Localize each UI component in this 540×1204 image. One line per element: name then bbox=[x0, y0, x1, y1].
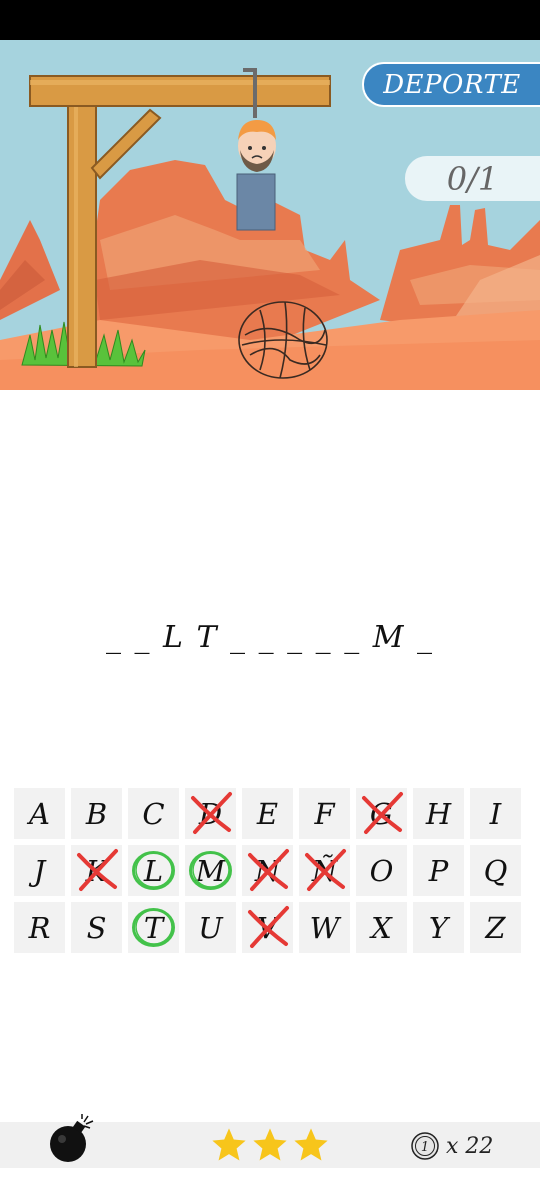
letter-key-g[interactable]: G bbox=[356, 788, 407, 839]
letter-key-label: R bbox=[28, 910, 51, 945]
letter-key-b[interactable]: B bbox=[71, 788, 122, 839]
letter-key-s[interactable]: S bbox=[71, 902, 122, 953]
keyboard-row: RS TUVWX Y Z bbox=[14, 902, 526, 953]
letter-key-r[interactable]: R bbox=[14, 902, 65, 953]
keyboard-row: ABCDEFGH I bbox=[14, 788, 526, 839]
letter-key-y[interactable]: Y bbox=[413, 902, 464, 953]
letter-key-label: W bbox=[309, 910, 340, 945]
score-counter: 0/1 bbox=[405, 156, 540, 201]
star-icon bbox=[212, 1128, 246, 1161]
letter-key-label: S bbox=[86, 910, 107, 945]
letter-key-l[interactable]: L bbox=[128, 845, 179, 896]
letter-key-label: K bbox=[85, 853, 108, 888]
letter-key-label: A bbox=[29, 796, 50, 831]
keyboard-row: J KLMNÑOPQ bbox=[14, 845, 526, 896]
letter-key-v[interactable]: V bbox=[242, 902, 293, 953]
letter-key-i[interactable]: I bbox=[470, 788, 521, 839]
coin-counter: 1 x 22 bbox=[410, 1131, 493, 1161]
coin-icon: 1 bbox=[411, 1132, 439, 1160]
letter-key-ñ[interactable]: Ñ bbox=[299, 845, 350, 896]
letter-key-j[interactable]: J bbox=[14, 845, 65, 896]
letter-key-label: O bbox=[369, 853, 394, 888]
letter-key-label: J bbox=[33, 853, 46, 888]
bomb-icon[interactable] bbox=[46, 1114, 98, 1166]
letter-key-x[interactable]: X bbox=[356, 902, 407, 953]
letter-key-q[interactable]: Q bbox=[470, 845, 521, 896]
hidden-word: _ _ L T _ _ _ _ _ M _ bbox=[105, 620, 434, 655]
letter-key-p[interactable]: P bbox=[413, 845, 464, 896]
letter-key-label: Ñ bbox=[311, 853, 338, 888]
letter-key-label: H bbox=[425, 796, 452, 831]
star-rating bbox=[210, 1126, 332, 1166]
letter-key-o[interactable]: O bbox=[356, 845, 407, 896]
letter-key-label: N bbox=[254, 853, 281, 888]
letter-key-k[interactable]: K bbox=[71, 845, 122, 896]
coin-value: 1 bbox=[421, 1140, 429, 1155]
letter-key-label: G bbox=[369, 796, 394, 831]
letter-key-w[interactable]: W bbox=[299, 902, 350, 953]
letter-key-a[interactable]: A bbox=[14, 788, 65, 839]
letter-key-label: B bbox=[85, 796, 108, 831]
letter-key-label: P bbox=[428, 853, 449, 888]
letter-key-label: Z bbox=[485, 910, 506, 945]
letter-key-m[interactable]: M bbox=[185, 845, 236, 896]
letter-key-label: V bbox=[257, 910, 278, 945]
letter-key-label: U bbox=[198, 910, 223, 945]
letter-key-e[interactable]: E bbox=[242, 788, 293, 839]
hangman-figure bbox=[236, 120, 276, 231]
letter-key-n[interactable]: N bbox=[242, 845, 293, 896]
coin-count: x 22 bbox=[446, 1133, 494, 1159]
letter-key-label: Q bbox=[483, 853, 508, 888]
category-badge: DEPORTE bbox=[362, 62, 540, 107]
letter-key-d[interactable]: D bbox=[185, 788, 236, 839]
star-icon bbox=[253, 1128, 287, 1161]
letter-key-label: M bbox=[195, 853, 226, 888]
star-icon bbox=[294, 1128, 328, 1161]
letter-key-label: F bbox=[314, 796, 335, 831]
letter-key-label: C bbox=[142, 796, 165, 831]
letter-key-label: T bbox=[143, 910, 164, 945]
letter-key-f[interactable]: F bbox=[299, 788, 350, 839]
letter-key-label: I bbox=[489, 796, 502, 831]
letter-key-label: D bbox=[198, 796, 223, 831]
letter-key-t[interactable]: T bbox=[128, 902, 179, 953]
letter-key-label: Y bbox=[428, 910, 449, 945]
letter-key-z[interactable]: Z bbox=[470, 902, 521, 953]
letter-key-u[interactable]: U bbox=[185, 902, 236, 953]
letter-key-label: E bbox=[256, 796, 279, 831]
letter-key-label: L bbox=[143, 853, 164, 888]
letter-keyboard: ABCDEFGH I J KLMNÑOPQ RS TUVWX Y Z bbox=[14, 788, 526, 959]
letter-key-c[interactable]: C bbox=[128, 788, 179, 839]
status-bar bbox=[0, 0, 540, 40]
letter-key-h[interactable]: H bbox=[413, 788, 464, 839]
letter-key-label: X bbox=[371, 910, 392, 945]
